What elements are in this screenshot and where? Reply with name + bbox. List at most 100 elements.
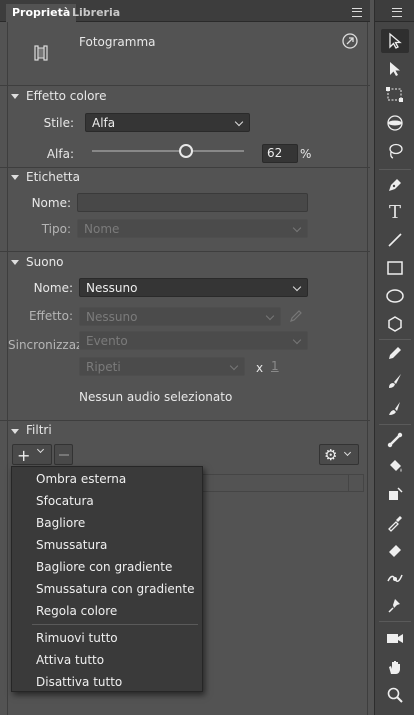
remove-filter-button [54,444,73,465]
add-filter-menu: Ombra esterna Sfocatura Bagliore Smussat… [11,466,203,692]
divider [0,251,370,252]
collapse-triangle-icon[interactable] [11,94,19,99]
section-header-label[interactable]: Etichetta [26,170,80,184]
plus-icon: + [17,446,31,465]
sound-name-label: Nome: [33,281,73,295]
alpha-unit: % [300,147,312,161]
pin-icon[interactable] [381,594,409,618]
frame-icon [30,42,52,64]
pen-icon[interactable] [381,173,409,197]
label-name-field[interactable] [77,193,308,212]
chevron-down-icon [292,282,302,292]
label-name-label: Nome: [31,196,71,210]
menu-item-enable-all[interactable]: Attiva tutto [36,653,104,667]
alpha-label: Alfa: [46,147,74,161]
label-type-label: Tipo: [41,222,71,236]
sync-value: Evento [86,334,128,348]
sound-effect-label: Effetto: [28,309,73,323]
style-dropdown-value: Alfa [92,116,116,130]
chevron-down-icon [229,361,239,371]
text-icon[interactable]: T [381,200,409,224]
alpha-slider-thumb[interactable] [179,144,194,158]
menu-item-bevel[interactable]: Smussatura [36,538,107,552]
panel-right-border [367,22,368,715]
brush-icon[interactable] [381,369,409,393]
menu-item-gradient-bevel[interactable]: Smussatura con gradiente [36,582,194,596]
add-filter-button[interactable]: + [12,444,52,465]
divider [0,167,370,168]
divider [0,85,370,86]
paint-bucket-icon[interactable] [381,455,409,479]
chevron-down-icon [343,448,352,457]
chevron-down-icon [265,311,275,321]
gear-icon: ⚙ [324,446,338,464]
rectangle-icon[interactable] [381,256,409,280]
menu-item-glow[interactable]: Bagliore [36,516,85,530]
menu-item-remove-all[interactable]: Rimuovi tutto [36,631,118,645]
menu-item-gradient-glow[interactable]: Bagliore con gradiente [36,560,172,574]
style-dropdown[interactable]: Alfa [85,113,250,132]
alpha-value-field[interactable]: 62 [262,144,298,163]
section-header-sound[interactable]: Suono [26,255,64,269]
polystar-icon[interactable] [381,312,409,336]
panel-tab-bar: Proprietà Libreria [0,0,370,22]
sound-effect-dropdown: Nessuno [79,307,281,326]
bone-icon[interactable] [381,428,409,452]
zoom-icon[interactable] [381,683,409,707]
ink-bottle-icon[interactable] [381,482,409,506]
toolbar-divider [379,169,411,170]
collapse-triangle-icon[interactable] [11,260,19,265]
divider [0,420,370,421]
sync-label: Sincronizzazione: [8,338,113,352]
toolbar-divider [379,621,411,622]
filter-options-button[interactable]: ⚙ [319,444,359,465]
alpha-slider-track[interactable] [92,150,244,152]
selection-arrow-icon[interactable] [381,29,409,53]
menu-item-blur[interactable]: Sfocatura [36,494,94,508]
hand-icon[interactable] [381,655,409,679]
label-type-value: Nome [84,222,120,236]
toolbar-divider [379,339,411,340]
chevron-down-icon [36,445,45,454]
sound-name-dropdown[interactable]: Nessuno [79,278,308,297]
chevron-down-icon [234,117,244,127]
paint-brush-icon[interactable] [381,397,409,421]
panel-left-border [7,22,8,715]
tab-library[interactable]: Libreria [66,4,126,22]
menu-item-drop-shadow[interactable]: Ombra esterna [36,472,126,486]
minus-icon [59,454,69,456]
repeat-x-label: x [256,361,264,375]
repeat-dropdown: Ripeti [79,357,245,376]
3d-rotation-icon[interactable] [381,111,409,135]
menu-item-disable-all[interactable]: Disattiva tutto [36,675,122,689]
camera-icon[interactable] [381,626,409,650]
goto-icon[interactable] [342,33,358,49]
eyedropper-icon[interactable] [381,511,409,535]
collapse-triangle-icon[interactable] [11,175,19,180]
edit-pencil-icon [288,308,304,324]
sound-name-value: Nessuno [86,281,138,295]
width-tool-icon[interactable] [381,566,409,590]
section-header-filters[interactable]: Filtri [26,423,52,437]
free-transform-icon[interactable] [381,83,409,107]
filter-table-column-divider [348,474,349,492]
repeat-value: Ripeti [86,360,121,374]
panel-menu-icon[interactable] [352,8,362,17]
sound-effect-value: Nessuno [86,310,138,324]
chevron-down-icon [292,223,302,233]
lasso-icon[interactable] [381,139,409,163]
pencil-icon[interactable] [381,341,409,365]
subselection-arrow-icon[interactable] [381,57,409,81]
eraser-icon[interactable] [381,538,409,562]
label-type-dropdown: Nome [77,219,308,238]
line-icon[interactable] [381,228,409,252]
chevron-down-icon [292,335,302,345]
sync-dropdown: Evento [79,331,308,350]
toolbar-header [375,0,414,22]
collapse-triangle-icon[interactable] [11,429,19,434]
menu-item-adjust-color[interactable]: Regola colore [36,604,117,618]
sound-status: Nessun audio selezionato [79,390,233,404]
section-header-color-effect[interactable]: Effetto colore [26,89,106,103]
toolbar-menu-icon[interactable] [392,8,402,17]
oval-icon[interactable] [381,284,409,308]
